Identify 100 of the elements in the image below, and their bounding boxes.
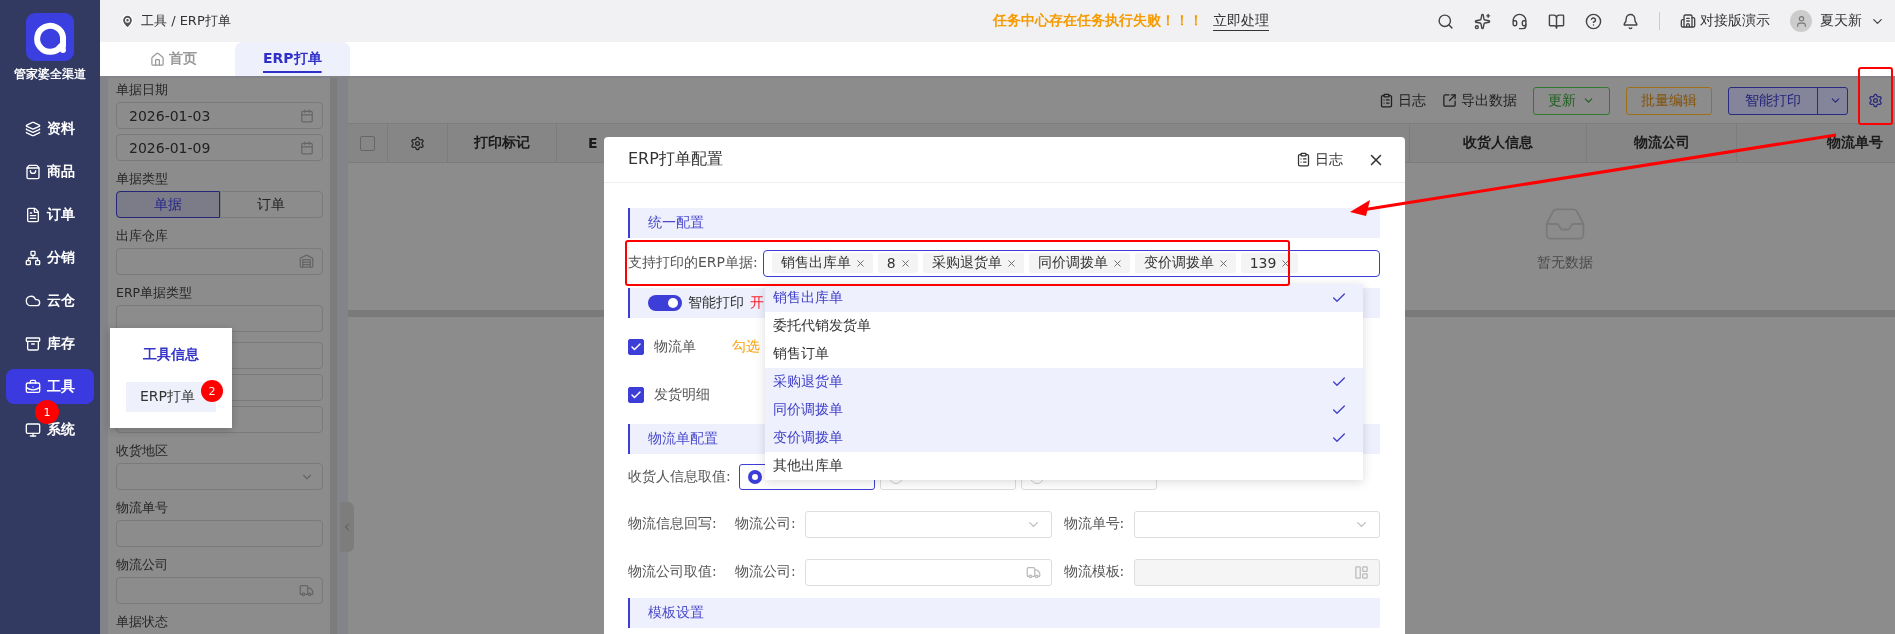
field-label: 收货人信息取值: <box>628 468 732 486</box>
filter-label: ERP单据类型 <box>116 285 194 302</box>
column-header: 物流公司 <box>1633 134 1690 152</box>
tag[interactable]: 139 <box>1240 253 1299 273</box>
check-icon <box>630 340 642 353</box>
segment-option[interactable]: 订单 <box>219 191 323 218</box>
filter-label: 单据类型 <box>116 171 169 188</box>
network-icon <box>25 249 41 266</box>
log-link[interactable]: 日志 <box>1296 150 1343 169</box>
export-icon <box>1442 93 1457 108</box>
logo-icon <box>26 13 74 61</box>
settings-icon[interactable] <box>1868 93 1883 108</box>
user-name[interactable]: 夏天新 <box>1820 12 1862 30</box>
document-icon <box>25 206 41 223</box>
tag[interactable]: 变价调拨单 <box>1134 253 1236 273</box>
warehouse-field[interactable] <box>116 248 323 275</box>
nav-item[interactable]: 商品 <box>6 154 94 189</box>
checkbox-label: 物流单 <box>654 337 697 356</box>
highlight-frame <box>1858 67 1893 125</box>
account-name[interactable]: 对接版演示 <box>1700 12 1770 30</box>
calendar-icon <box>300 108 314 123</box>
handle-now-link[interactable]: 立即处理 <box>1212 11 1269 31</box>
calendar-icon <box>300 140 314 155</box>
page-tab[interactable]: ERP打单 <box>235 42 350 76</box>
remove-icon[interactable] <box>854 257 866 269</box>
checkbox-label: 发货明细 <box>654 386 711 404</box>
toggle-switch[interactable] <box>648 295 682 311</box>
bell-icon[interactable] <box>1622 12 1639 30</box>
filter-label: 物流公司 <box>116 557 169 574</box>
headset-icon[interactable] <box>1511 12 1528 30</box>
remove-icon[interactable] <box>1111 257 1123 269</box>
checkbox[interactable] <box>628 387 644 403</box>
monitor-icon <box>25 421 41 438</box>
breadcrumb: 工具 / ERP打单 <box>141 12 231 30</box>
bag-icon <box>25 163 41 180</box>
briefcase-icon <box>25 378 41 395</box>
note-text: 开 <box>750 294 764 312</box>
book-icon[interactable] <box>1548 12 1565 30</box>
home-icon <box>150 51 165 67</box>
tag-select-field[interactable]: 销售出库单 8 采购退货单 同价调拨单 变价调拨单 139 <box>762 249 1380 277</box>
dropdown-option[interactable]: 销售订单 <box>765 340 1363 368</box>
nav-item[interactable]: 云仓 <box>6 283 94 318</box>
date-field[interactable]: 2026-01-09 <box>116 134 323 161</box>
section-title: 模板设置 <box>648 604 704 622</box>
dropdown-option[interactable]: 委托代销发货单 <box>765 312 1363 340</box>
nav-item[interactable]: 工具 <box>6 369 94 404</box>
check-icon <box>630 389 642 401</box>
select-field[interactable] <box>116 463 323 490</box>
checkbox[interactable] <box>360 135 375 151</box>
location-icon <box>120 13 135 29</box>
tag[interactable]: 同价调拨单 <box>1028 253 1130 273</box>
help-icon[interactable] <box>1585 12 1602 30</box>
section-title: 统一配置 <box>648 214 704 232</box>
search-icon[interactable] <box>1437 12 1454 30</box>
section-title: 物流单配置 <box>648 430 718 448</box>
filter-label: 出库仓库 <box>116 228 169 245</box>
nav-item[interactable]: 库存 <box>6 326 94 361</box>
nav-item[interactable]: 分销 <box>6 240 94 275</box>
smart-print-button[interactable]: 智能打印 <box>1728 86 1848 115</box>
tag[interactable]: 8 <box>877 253 918 273</box>
field-label: 物流公司: <box>735 515 797 533</box>
step-badge: 2 <box>201 380 223 402</box>
checkbox[interactable] <box>628 338 644 355</box>
nav-item[interactable]: 订单 <box>6 197 94 232</box>
remove-icon[interactable] <box>1005 257 1017 269</box>
empty-text: 暂无数据 <box>1537 253 1593 272</box>
dropdown-option[interactable]: 其他出库单 <box>765 452 1363 480</box>
archive-icon <box>25 335 41 352</box>
collapse-handle[interactable] <box>340 502 354 552</box>
field-label: 物流公司: <box>735 563 797 581</box>
building-icon <box>1680 13 1696 29</box>
nav-item[interactable]: 资料 <box>6 111 94 146</box>
truck-icon <box>299 583 314 598</box>
dropdown-option[interactable]: 销售出库单 <box>765 284 1363 312</box>
carrier-field[interactable] <box>116 577 323 604</box>
remove-icon[interactable] <box>1217 257 1229 269</box>
sparkle-icon[interactable] <box>1474 12 1491 30</box>
layers-icon <box>25 120 41 137</box>
dropdown-option[interactable]: 同价调拨单 <box>765 396 1363 424</box>
column-header: E <box>588 135 598 151</box>
clipboard-icon <box>1296 152 1311 167</box>
settings-icon[interactable] <box>410 135 425 151</box>
filter-label: 单据状态 <box>116 614 169 631</box>
avatar[interactable] <box>1790 10 1812 32</box>
log-link[interactable]: 日志 <box>1379 91 1426 110</box>
column-header: 收货人信息 <box>1463 134 1533 152</box>
column-header: 打印标记 <box>474 134 530 152</box>
layout-icon <box>1354 564 1369 580</box>
field-label: 物流信息回写: <box>628 515 718 533</box>
popover-title: 工具信息 <box>143 346 199 364</box>
export-link[interactable]: 导出数据 <box>1442 91 1517 110</box>
dropdown-option[interactable]: 采购退货单 <box>765 368 1363 396</box>
alert-text: 任务中心存在任务执行失败！！！ <box>992 12 1203 30</box>
date-field[interactable]: 2026-01-03 <box>116 102 323 129</box>
remove-icon[interactable] <box>899 257 911 269</box>
note-text: 勾选 <box>732 337 760 356</box>
dropdown-option[interactable]: 变价调拨单 <box>765 424 1363 452</box>
tag[interactable]: 采购退货单 <box>922 253 1024 273</box>
field-label: 物流单号: <box>1063 515 1126 533</box>
tag[interactable]: 销售出库单 <box>771 253 873 273</box>
